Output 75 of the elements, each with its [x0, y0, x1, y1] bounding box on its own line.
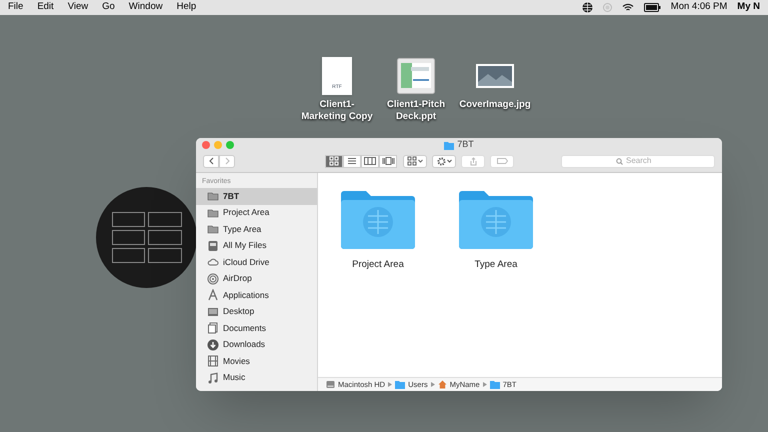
folder-icon[interactable]	[339, 188, 417, 250]
caret-icon	[446, 159, 452, 163]
sidebar-item[interactable]: All My Files	[196, 238, 317, 254]
sidebar-item[interactable]: Music	[196, 370, 317, 386]
film-icon	[207, 355, 219, 368]
house-icon	[438, 380, 447, 389]
search-field[interactable]: Search	[561, 154, 715, 168]
window-title: 7BT	[457, 138, 474, 152]
sidebar-item[interactable]: Desktop	[196, 304, 317, 320]
cover-flow-icon	[382, 156, 394, 166]
view-mode-button[interactable]	[343, 154, 361, 168]
sidebar-item[interactable]: AirDrop	[196, 270, 317, 287]
folder-icon[interactable]	[457, 188, 535, 250]
hard-drive-icon	[326, 380, 335, 389]
menu-item[interactable]: Help	[176, 0, 196, 15]
file-name-label[interactable]: Client1- Marketing Copy	[301, 99, 373, 123]
menu-item[interactable]: Edit	[37, 0, 54, 15]
documents-icon	[207, 322, 219, 334]
desktop-icon	[207, 306, 219, 318]
sidebar-item[interactable]: Downloads	[196, 336, 317, 353]
settings-button[interactable]	[432, 154, 456, 168]
chevron-left-icon	[208, 157, 214, 165]
gear-icon	[436, 156, 446, 166]
sidebar-item[interactable]: Applications	[196, 287, 317, 304]
battery-icon[interactable]	[644, 3, 661, 12]
file-name-label[interactable]: CoverImage.jpg	[459, 99, 531, 111]
slide-thumbnail-icon	[397, 58, 435, 94]
view-mode-button[interactable]	[379, 154, 397, 168]
view-mode-button[interactable]	[325, 154, 343, 168]
music-note-icon	[207, 372, 219, 384]
folder-icon	[395, 380, 406, 389]
user-name[interactable]: My N	[737, 0, 760, 15]
caret-icon	[418, 159, 423, 163]
clock-text[interactable]: Mon 4:06 PM	[670, 0, 728, 15]
photo-thumbnail-icon	[476, 64, 514, 88]
back-button[interactable]	[203, 154, 219, 168]
menu-item[interactable]: Go	[102, 0, 115, 15]
sidebar-item[interactable]: Movies	[196, 353, 317, 370]
search-input[interactable]: Search	[626, 155, 660, 167]
globe-icon[interactable]	[582, 2, 593, 13]
search-icon	[616, 158, 623, 164]
tag-icon	[496, 158, 508, 164]
folder-icon	[207, 206, 219, 219]
drawer-icon	[207, 240, 219, 252]
sidebar-item[interactable]: Project Area	[196, 204, 317, 221]
sidebar-item[interactable]: Documents	[196, 320, 317, 336]
list-icon	[347, 156, 357, 166]
folder-icon	[207, 190, 219, 202]
view-mode-button[interactable]	[361, 154, 379, 168]
chevron-icon	[430, 382, 435, 387]
folder-label[interactable]: Project Area	[352, 258, 404, 272]
share-icon	[470, 156, 476, 166]
menu-item[interactable]: File	[8, 0, 24, 15]
sidebar-item[interactable]: iCloud Drive	[196, 254, 317, 270]
folder-icon	[490, 380, 500, 389]
folder-label[interactable]: Type Area	[474, 258, 518, 272]
arrange-button[interactable]	[403, 154, 427, 168]
chevron-icon	[388, 382, 392, 387]
menu-item[interactable]: Window	[128, 0, 163, 15]
chevron-icon	[482, 382, 487, 387]
grid-icon	[407, 156, 417, 166]
folder-icon	[444, 140, 454, 150]
sidebar-item[interactable]: Type Area	[196, 221, 317, 238]
sidebar-item[interactable]: 7BT	[196, 188, 317, 204]
wifi-icon[interactable]	[622, 3, 634, 12]
menu-item[interactable]: View	[68, 0, 88, 15]
columns-icon	[364, 156, 376, 166]
grid-icon	[329, 156, 339, 166]
chevron-right-icon	[224, 157, 230, 165]
cloud-icon	[207, 256, 219, 268]
file-name-label[interactable]: Client1-Pitch Deck.ppt	[386, 99, 446, 123]
compass-tool-icon	[207, 289, 219, 302]
airdrop-icon	[207, 272, 219, 285]
download-icon	[207, 338, 219, 351]
folder-icon	[207, 223, 219, 236]
